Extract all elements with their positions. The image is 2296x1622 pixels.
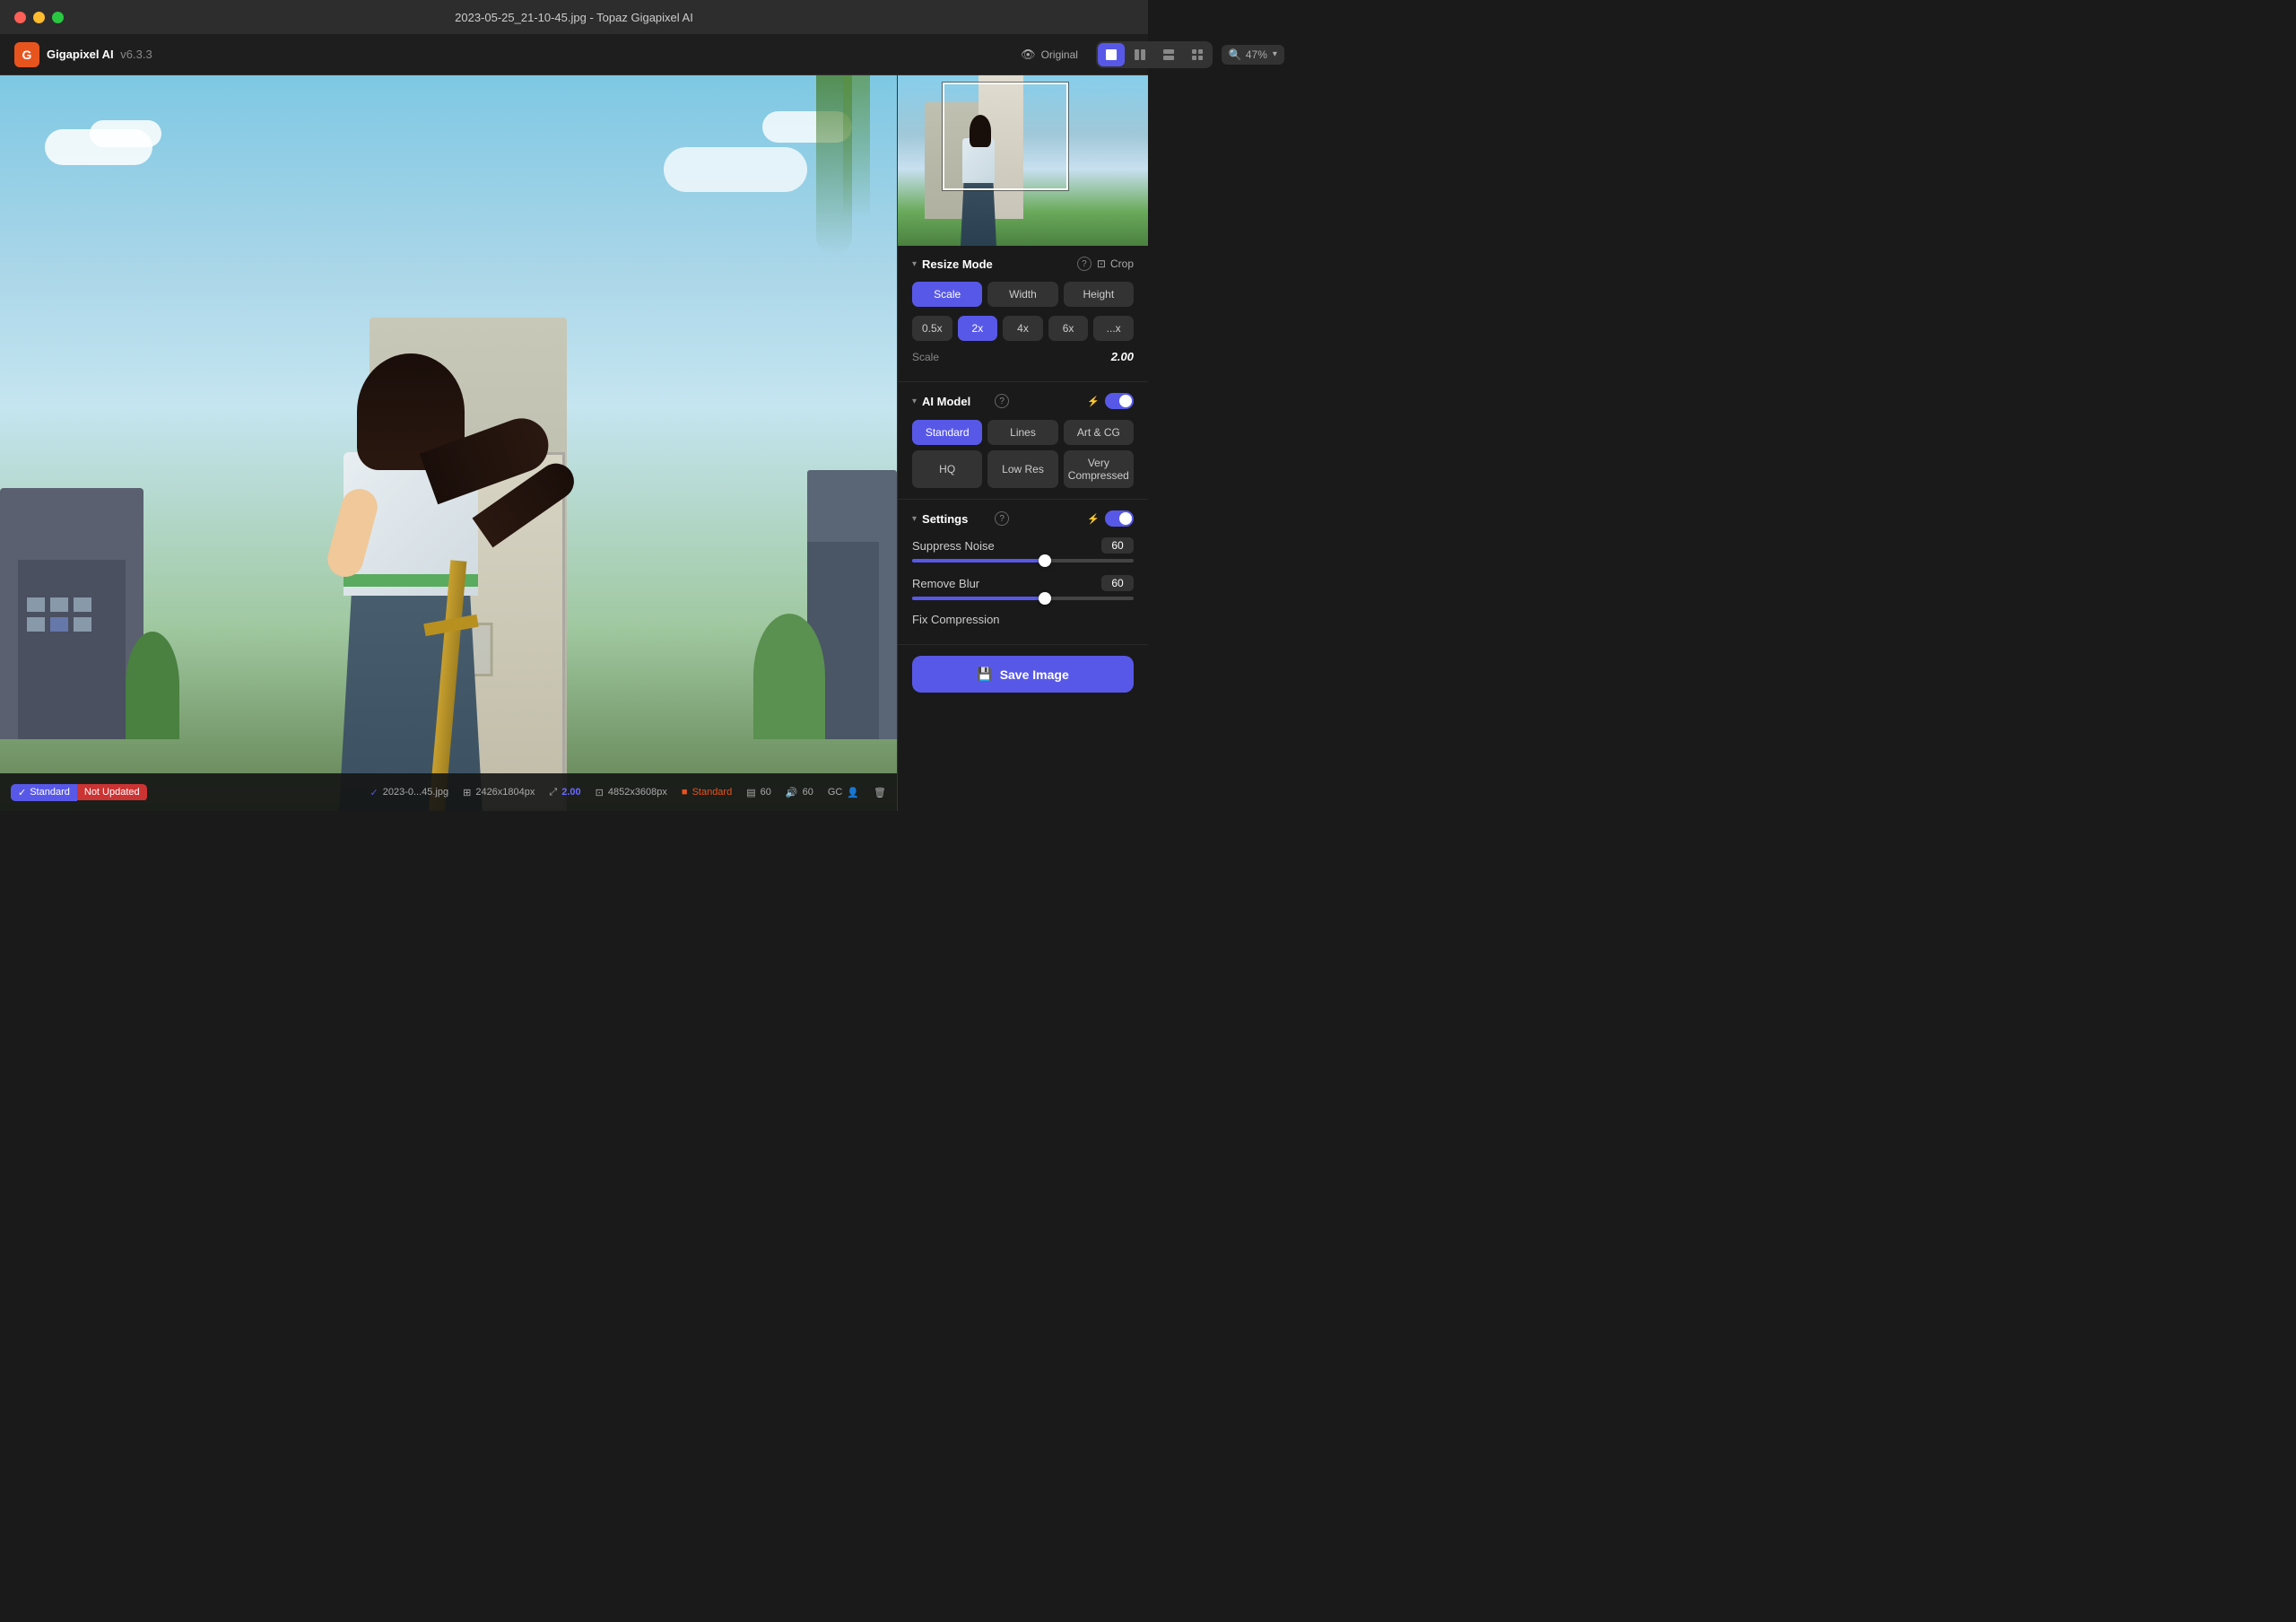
preview-thumbnail — [898, 75, 1148, 246]
save-section: 💾 Save Image — [898, 645, 1148, 703]
resize-controls: ⊡ Crop — [1097, 257, 1134, 270]
ai-model-header[interactable]: ▾ AI Model ? ⚡ — [912, 393, 1134, 409]
suppress-noise-slider: Suppress Noise 60 — [912, 537, 1134, 562]
user-icon: 👤 — [847, 787, 859, 798]
window-title: 2023-05-25_21-10-45.jpg - Topaz Gigapixe… — [455, 11, 693, 24]
crop-icon: ⊡ — [1097, 257, 1106, 270]
scene-image — [0, 75, 897, 811]
minimize-button[interactable] — [33, 12, 45, 23]
bottom-info: ✓ 2023-0...45.jpg ⊞ 2426x1804px ⤢ 2.00 ⊡… — [370, 787, 887, 798]
bottom-left: ✓ Standard Not Updated — [11, 784, 147, 801]
save-image-button[interactable]: 💾 Save Image — [912, 656, 1134, 693]
resize-help-icon[interactable]: ? — [1077, 257, 1091, 271]
suppress-noise-track[interactable] — [912, 559, 1134, 562]
settings-chevron-icon: ▾ — [912, 514, 917, 524]
output-size-info: ⊡ 4852x3608px — [596, 787, 667, 798]
output-icon: ⊡ — [596, 787, 604, 798]
original-size-info: ⊞ 2426x1804px — [463, 787, 535, 798]
very-compressed-model-button[interactable]: Very Compressed — [1064, 450, 1134, 488]
resize-mode-buttons: Scale Width Height — [912, 282, 1134, 307]
settings-lightning-icon: ⚡ — [1087, 513, 1100, 525]
original-button[interactable]: 👁 Original — [1012, 43, 1087, 66]
blur-icon: 🔊 — [786, 787, 798, 798]
bottom-bar: ✓ Standard Not Updated ✓ 2023-0...45.jpg — [0, 773, 897, 811]
suppress-noise-fill — [912, 559, 1045, 562]
remove-blur-thumb[interactable] — [1039, 592, 1051, 605]
badge-standard: ✓ Standard — [11, 784, 77, 801]
gc-info: GC 👤 — [828, 787, 859, 798]
settings-section: ▾ Settings ? ⚡ Suppress Noise 60 — [898, 500, 1148, 645]
view-toggle-group — [1096, 41, 1148, 68]
scale-2x-button[interactable]: 2x — [958, 316, 998, 341]
low-res-model-button[interactable]: Low Res — [987, 450, 1057, 488]
settings-toggle[interactable] — [1105, 510, 1134, 527]
right-panel: ▾ Resize Mode ? ⊡ Crop Scale Width Heigh… — [897, 75, 1148, 811]
app-name: Gigapixel AI v6.3.3 — [47, 48, 152, 61]
settings-header[interactable]: ▾ Settings ? ⚡ — [912, 510, 1134, 527]
art-cg-model-button[interactable]: Art & CG — [1064, 420, 1134, 445]
fix-compression-row: Fix Compression — [912, 613, 1134, 626]
settings-help-icon[interactable]: ? — [995, 511, 1009, 526]
save-icon: 💾 — [977, 667, 992, 682]
crop-button[interactable]: ⊡ Crop — [1097, 257, 1134, 270]
model-icon: ■ — [682, 787, 688, 798]
remove-blur-fill — [912, 597, 1045, 600]
eye-icon: 👁 — [1021, 48, 1036, 62]
close-button[interactable] — [14, 12, 26, 23]
suppress-noise-label-row: Suppress Noise 60 — [912, 537, 1134, 554]
check-icon: ✓ — [18, 787, 26, 798]
scale-custom-button[interactable]: ...x — [1093, 316, 1134, 341]
scale-6x-button[interactable]: 6x — [1048, 316, 1089, 341]
hq-model-button[interactable]: HQ — [912, 450, 982, 488]
blur-info: 🔊 60 — [786, 787, 813, 798]
resize-chevron-icon: ▾ — [912, 259, 917, 269]
lines-model-button[interactable]: Lines — [987, 420, 1057, 445]
lightning-icon: ⚡ — [1087, 396, 1100, 407]
content-area: ✓ Standard Not Updated ✓ 2023-0...45.jpg — [0, 75, 1148, 811]
ai-model-toggle[interactable] — [1105, 393, 1134, 409]
scale-4x-button[interactable]: 4x — [1003, 316, 1043, 341]
ai-model-row2: HQ Low Res Very Compressed — [912, 450, 1134, 488]
remove-blur-track[interactable] — [912, 597, 1134, 600]
scale-mode-button[interactable]: Scale — [912, 282, 982, 307]
title-bar: 2023-05-25_21-10-45.jpg - Topaz Gigapixe… — [0, 0, 1148, 34]
remove-blur-label-row: Remove Blur 60 — [912, 575, 1134, 591]
scale-info: ⤢ 2.00 — [549, 787, 580, 798]
badge-not-updated: Not Updated — [77, 784, 147, 800]
remove-blur-slider: Remove Blur 60 — [912, 575, 1134, 600]
preview-selection — [943, 83, 1068, 190]
resize-mode-section: ▾ Resize Mode ? ⊡ Crop Scale Width Heigh… — [898, 246, 1148, 382]
ai-model-chevron-icon: ▾ — [912, 397, 917, 406]
toolbar: G Gigapixel AI v6.3.3 👁 Original — [0, 34, 1148, 75]
ai-model-help-icon[interactable]: ? — [995, 394, 1009, 408]
filename-info: ✓ 2023-0...45.jpg — [370, 787, 449, 798]
app-logo-icon: G — [14, 42, 39, 67]
scale-05x-button[interactable]: 0.5x — [912, 316, 952, 341]
view-split-v-button[interactable] — [1126, 43, 1148, 66]
width-mode-button[interactable]: Width — [987, 282, 1057, 307]
height-mode-button[interactable]: Height — [1064, 282, 1134, 307]
model-info: ■ Standard — [682, 787, 732, 798]
noise-icon: ▤ — [746, 787, 755, 798]
logo-area: G Gigapixel AI v6.3.3 — [14, 42, 152, 67]
scale-icon: ⤢ — [549, 787, 557, 798]
noise-info: ▤ 60 — [746, 787, 771, 798]
traffic-lights — [14, 12, 64, 23]
check-small-icon: ✓ — [370, 787, 378, 798]
delete-icon[interactable]: 🗑 — [874, 787, 886, 798]
maximize-button[interactable] — [52, 12, 64, 23]
dimensions-icon: ⊞ — [463, 787, 471, 798]
file-badge: ✓ Standard Not Updated — [11, 784, 147, 801]
ai-model-section: ▾ AI Model ? ⚡ Standard Lines Art & CG H… — [898, 382, 1148, 500]
view-single-button[interactable] — [1098, 43, 1125, 66]
canvas-area[interactable]: ✓ Standard Not Updated ✓ 2023-0...45.jpg — [0, 75, 897, 811]
suppress-noise-thumb[interactable] — [1039, 554, 1051, 567]
scale-value-row: Scale 2.00 — [912, 350, 1134, 363]
standard-model-button[interactable]: Standard — [912, 420, 982, 445]
ai-model-row1: Standard Lines Art & CG — [912, 420, 1134, 445]
app-body: G Gigapixel AI v6.3.3 👁 Original — [0, 34, 1148, 811]
resize-mode-header[interactable]: ▾ Resize Mode ? ⊡ Crop — [912, 257, 1134, 271]
scale-options: 0.5x 2x 4x 6x ...x — [912, 316, 1134, 341]
